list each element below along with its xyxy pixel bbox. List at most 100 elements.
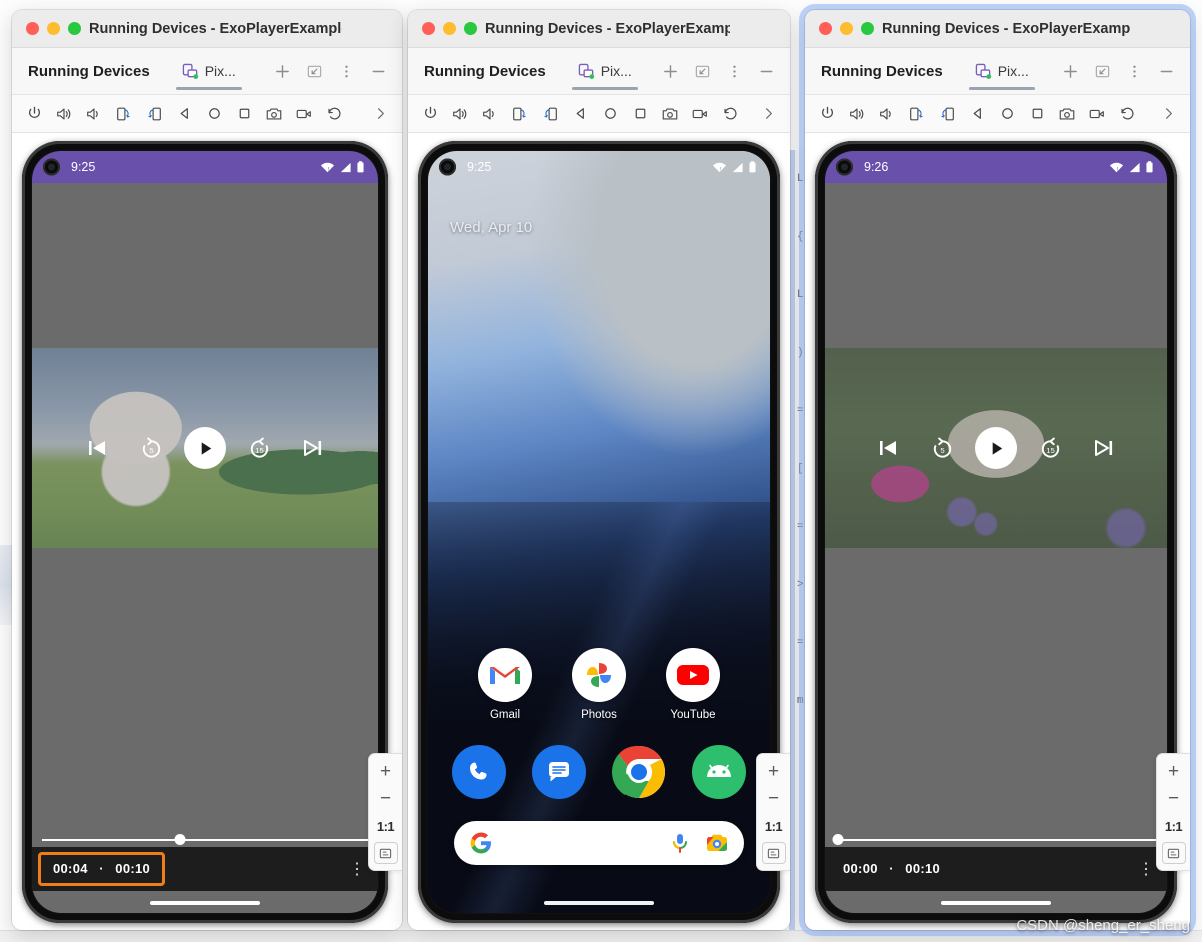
window-titlebar[interactable]: Running Devices - ExoPlayerExampleA... <box>805 10 1190 48</box>
minimize-window-button[interactable] <box>840 22 853 35</box>
android-home-screen[interactable]: 9:25 ! Wed, Apr 10 Gmail Photos YouTube <box>428 151 770 913</box>
google-search-bar[interactable] <box>454 821 744 865</box>
playback-controls[interactable]: 5 15 <box>825 427 1167 469</box>
screenshot-icon[interactable] <box>1053 100 1081 128</box>
close-window-button[interactable] <box>26 22 39 35</box>
minimize-panel-icon[interactable] <box>688 57 716 85</box>
device-stage[interactable]: 9:25 ! 5 15 00:04 · 00:10 ⋮ + − 1:1 <box>12 133 402 930</box>
recents-icon[interactable] <box>230 100 258 128</box>
screenshot-icon[interactable] <box>656 100 684 128</box>
close-window-button[interactable] <box>819 22 832 35</box>
app-icon-gmail[interactable]: Gmail <box>474 648 536 721</box>
device-screen[interactable]: 9:25 ! Wed, Apr 10 Gmail Photos YouTube <box>428 151 770 913</box>
add-tab-icon[interactable] <box>268 57 296 85</box>
seek-bar[interactable] <box>825 833 1167 847</box>
more-options-icon[interactable] <box>1120 57 1148 85</box>
more-options-icon[interactable] <box>720 57 748 85</box>
minimize-panel-icon[interactable] <box>300 57 328 85</box>
chevron-right-icon[interactable] <box>1154 100 1182 128</box>
window-titlebar[interactable]: Running Devices - ExoPlayerExampleA... <box>12 10 402 48</box>
device-screen[interactable]: 9:25 ! 5 15 00:04 · 00:10 ⋮ <box>32 151 378 913</box>
zoom-out-button[interactable]: − <box>373 787 399 810</box>
play-pause-button[interactable] <box>969 427 1023 469</box>
dock-icon-android-exoplayer[interactable] <box>692 745 746 799</box>
emulator-zoom-rail[interactable]: + − 1:1 <box>368 753 402 871</box>
volume-down-icon[interactable] <box>476 100 504 128</box>
seek-thumb[interactable] <box>832 834 844 845</box>
previous-track-button[interactable] <box>861 435 915 461</box>
history-icon[interactable] <box>1113 100 1141 128</box>
window-titlebar[interactable]: Running Devices - ExoPlayerExampleA... <box>408 10 790 48</box>
emulator-device-frame[interactable]: 9:26 ! 5 15 00:00 · 00:10 ⋮ <box>815 141 1177 923</box>
more-options-icon[interactable] <box>332 57 360 85</box>
record-icon[interactable] <box>290 100 318 128</box>
add-tab-icon[interactable] <box>1056 57 1084 85</box>
dock-icon-phone[interactable] <box>452 745 506 799</box>
minimize-window-button[interactable] <box>443 22 456 35</box>
running-devices-window-right[interactable]: Running Devices - ExoPlayerExampleA... R… <box>805 10 1190 930</box>
volume-up-icon[interactable] <box>446 100 474 128</box>
rewind-5-button[interactable]: 5 <box>124 436 178 461</box>
device-tab-pixel[interactable]: Pix... <box>968 48 1035 94</box>
rotate-right-icon[interactable] <box>933 100 961 128</box>
player-more-options-icon[interactable]: ⋮ <box>1138 859 1155 879</box>
video-surface[interactable]: 5 15 <box>825 348 1167 548</box>
device-stage[interactable]: 9:26 ! 5 15 00:00 · 00:10 ⋮ + − 1:1 <box>805 133 1190 930</box>
back-icon[interactable] <box>170 100 198 128</box>
volume-down-icon[interactable] <box>873 100 901 128</box>
next-track-button[interactable] <box>286 435 340 461</box>
rotate-right-icon[interactable] <box>536 100 564 128</box>
hide-panel-icon[interactable] <box>752 57 780 85</box>
back-icon[interactable] <box>963 100 991 128</box>
rotate-left-icon[interactable] <box>506 100 534 128</box>
forward-15-button[interactable]: 15 <box>1023 436 1077 461</box>
actual-size-button[interactable]: 1:1 <box>373 815 399 838</box>
screenshot-icon[interactable] <box>260 100 288 128</box>
close-window-button[interactable] <box>422 22 435 35</box>
back-icon[interactable] <box>566 100 594 128</box>
rewind-5-button[interactable]: 5 <box>915 436 969 461</box>
exoplayer-app-body[interactable]: 5 15 00:00 · 00:10 ⋮ <box>825 183 1167 913</box>
hide-panel-icon[interactable] <box>1152 57 1180 85</box>
app-icon-photos[interactable]: Photos <box>568 648 630 721</box>
device-tab-pixel[interactable]: Pix... <box>571 48 638 94</box>
power-icon[interactable] <box>20 100 48 128</box>
volume-down-icon[interactable] <box>80 100 108 128</box>
zoom-out-button[interactable]: − <box>761 787 787 810</box>
running-devices-window-left[interactable]: Running Devices - ExoPlayerExampleA... R… <box>12 10 402 930</box>
chevron-right-icon[interactable] <box>366 100 394 128</box>
rotate-left-icon[interactable] <box>903 100 931 128</box>
previous-track-button[interactable] <box>70 435 124 461</box>
emulator-device-frame[interactable]: 9:25 ! 5 15 00:04 · 00:10 ⋮ <box>22 141 388 923</box>
next-track-button[interactable] <box>1077 435 1131 461</box>
hide-panel-icon[interactable] <box>364 57 392 85</box>
running-devices-window-middle[interactable]: Running Devices - ExoPlayerExampleA... R… <box>408 10 790 930</box>
rotate-right-icon[interactable] <box>140 100 168 128</box>
minimize-panel-icon[interactable] <box>1088 57 1116 85</box>
window-traffic-lights[interactable] <box>819 22 874 35</box>
maximize-window-button[interactable] <box>68 22 81 35</box>
microphone-icon[interactable] <box>670 832 690 854</box>
play-pause-button[interactable] <box>178 427 232 469</box>
window-traffic-lights[interactable] <box>26 22 81 35</box>
player-more-options-icon[interactable]: ⋮ <box>349 859 366 879</box>
window-traffic-lights[interactable] <box>422 22 477 35</box>
home-icon[interactable] <box>596 100 624 128</box>
zoom-in-button[interactable]: + <box>761 760 787 783</box>
dock-icon-chrome[interactable] <box>612 745 666 799</box>
google-lens-icon[interactable] <box>706 833 728 853</box>
actual-size-button[interactable]: 1:1 <box>761 815 787 838</box>
rotate-left-icon[interactable] <box>110 100 138 128</box>
record-icon[interactable] <box>1083 100 1111 128</box>
dock-icon-messages[interactable] <box>532 745 586 799</box>
zoom-in-button[interactable]: + <box>1161 760 1187 783</box>
actual-size-button[interactable]: 1:1 <box>1161 815 1187 838</box>
playback-controls[interactable]: 5 15 <box>32 427 378 469</box>
emulator-zoom-rail[interactable]: + − 1:1 <box>1156 753 1190 871</box>
recents-icon[interactable] <box>626 100 654 128</box>
add-tab-icon[interactable] <box>656 57 684 85</box>
seek-thumb[interactable] <box>174 834 186 845</box>
chevron-right-icon[interactable] <box>754 100 782 128</box>
seek-bar[interactable] <box>32 833 378 847</box>
history-icon[interactable] <box>716 100 744 128</box>
